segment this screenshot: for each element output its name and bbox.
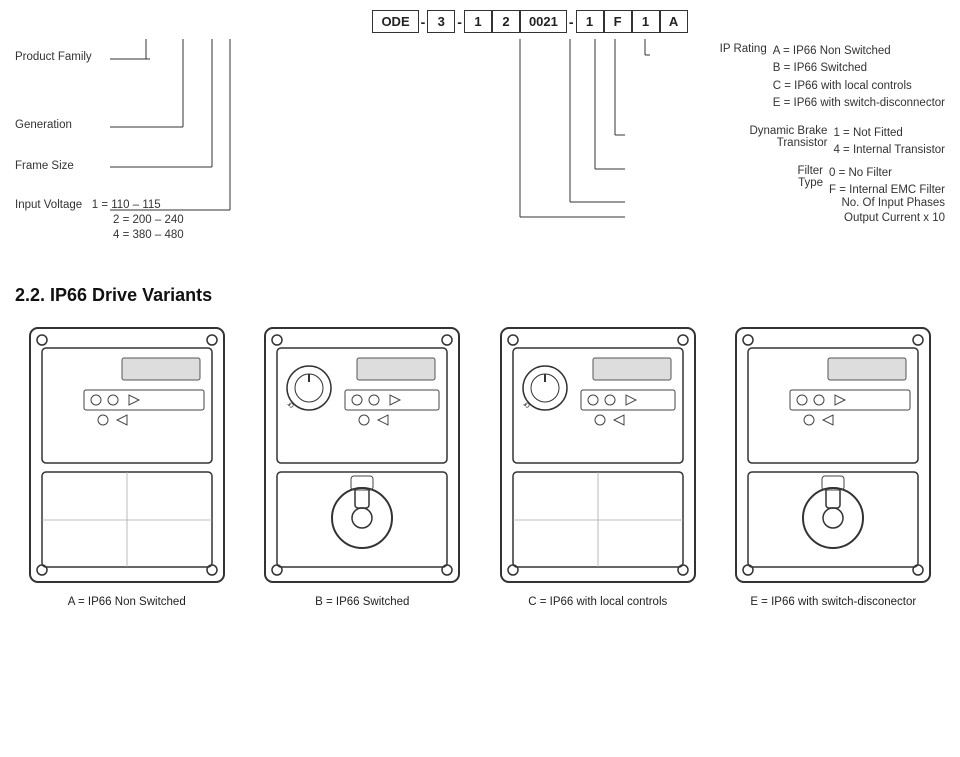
input-voltage-2-label: 2 = 200 – 240: [113, 214, 184, 226]
code-1c: 1: [632, 10, 660, 33]
variant-a: A = IP66 Non Switched: [15, 320, 239, 608]
svg-text:⟲: ⟲: [287, 401, 294, 410]
code-a: A: [660, 10, 688, 33]
code-1b: 1: [576, 10, 604, 33]
code-1: 1: [464, 10, 492, 33]
variant-a-drawing: [22, 320, 232, 590]
ip-rating-values: A = IP66 Non Switched B = IP66 Switched …: [773, 43, 945, 112]
filter-type-values: 0 = No Filter F = Internal EMC Filter: [829, 165, 945, 200]
variant-e-drawing: [728, 320, 938, 590]
variant-e-label: E = IP66 with switch-disconector: [750, 596, 916, 608]
input-voltage-label: Input Voltage 1 = 110 – 115: [15, 199, 161, 211]
filter-type-title: FilterType: [763, 165, 823, 189]
dynamic-brake-values: 1 = Not Fitted 4 = Internal Transistor: [833, 125, 945, 160]
variant-b-label: B = IP66 Switched: [315, 596, 409, 608]
input-phases-label: No. Of Input Phases: [841, 197, 945, 209]
output-current-group: Output Current x 10: [844, 212, 945, 224]
variant-c-drawing: ⟲: [493, 320, 703, 590]
section-heading: 2.2. IP66 Drive Variants: [15, 285, 945, 306]
frame-size-label: Frame Size: [15, 160, 74, 172]
code-f: F: [604, 10, 632, 33]
ip-rating-title: IP Rating: [707, 43, 767, 55]
code-0021: 0021: [520, 10, 567, 33]
product-family-label: Product Family: [15, 51, 92, 63]
variant-b: ⟲ B = IP66 Switched: [251, 320, 475, 608]
input-voltage-4-label: 4 = 380 – 480: [113, 229, 184, 241]
variant-b-drawing: ⟲: [257, 320, 467, 590]
sep3: -: [567, 14, 576, 30]
sep2: -: [455, 14, 464, 30]
input-phases-group: No. Of Input Phases: [841, 197, 945, 209]
sep1: -: [419, 14, 428, 30]
svg-text:⟲: ⟲: [523, 401, 530, 410]
code-2: 2: [492, 10, 520, 33]
dynamic-brake-title: Dynamic BrakeTransistor: [737, 125, 827, 149]
generation-label: Generation: [15, 119, 72, 131]
code-ode: ODE: [372, 10, 418, 33]
variant-a-label: A = IP66 Non Switched: [68, 596, 186, 608]
part-number-diagram: ODE - 3 - 1 2 0021 - 1 F 1 A: [15, 10, 945, 267]
variants-grid: A = IP66 Non Switched ⟲: [15, 320, 945, 608]
code-row: ODE - 3 - 1 2 0021 - 1 F 1 A: [15, 10, 945, 33]
code-3: 3: [427, 10, 455, 33]
lines-area: Product Family Generation Frame Size Inp…: [15, 37, 945, 267]
variant-c: ⟲ C = IP66 with local controls: [486, 320, 710, 608]
variant-e: E = IP66 with switch-disconector: [722, 320, 946, 608]
variant-c-label: C = IP66 with local controls: [528, 596, 667, 608]
output-current-label: Output Current x 10: [844, 212, 945, 224]
